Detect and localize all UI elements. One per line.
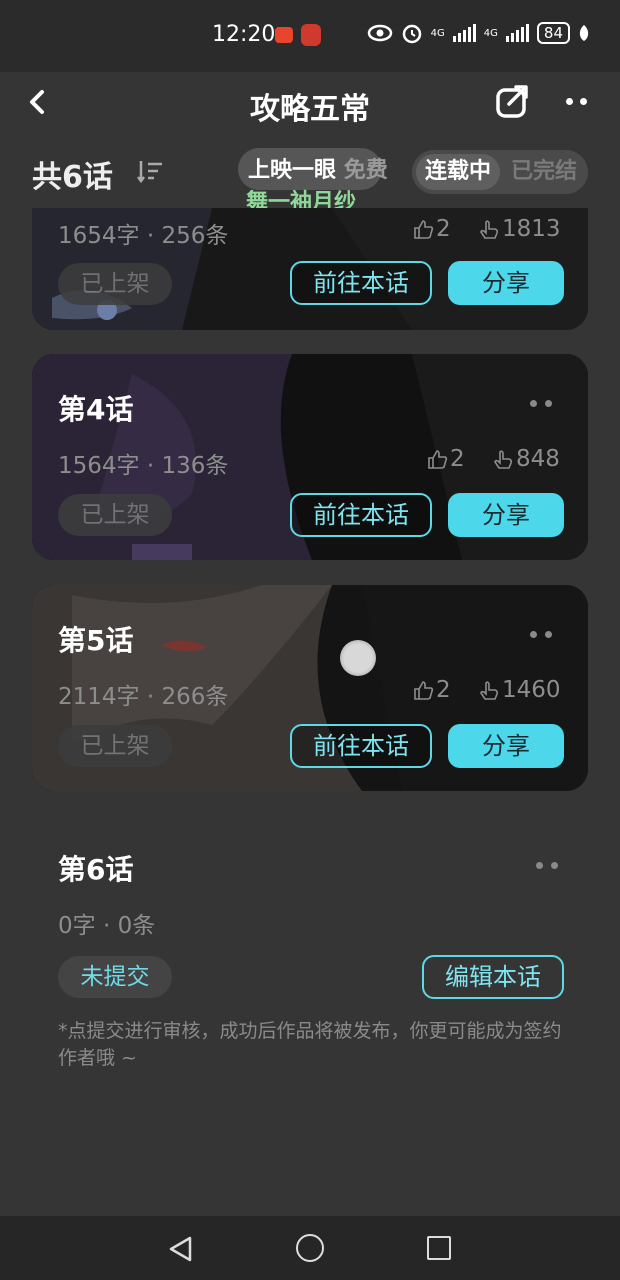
more-dots-icon[interactable] (530, 627, 560, 641)
chapter-views: 1813 (478, 216, 561, 242)
status-badge: 已上架 (58, 263, 172, 305)
more-dots-icon[interactable] (536, 858, 566, 872)
sort-icon[interactable] (136, 158, 164, 184)
status-time: 12:20 (212, 22, 276, 47)
more-dots-icon[interactable] (566, 86, 602, 116)
chapter-stats: 0字 · 0条 (58, 913, 156, 939)
app-header: 攻略五￼￼常 (0, 72, 620, 132)
status-badge: 已上架 (58, 494, 172, 536)
app-notification-icon (301, 24, 321, 46)
share-icon[interactable] (494, 82, 532, 120)
alarm-icon (402, 24, 421, 44)
chapter-title: 第5话 (58, 624, 134, 657)
chapter-title: 第4话 (58, 393, 134, 426)
network-type: 4G (430, 27, 445, 39)
chapter-title: 第6话 (58, 853, 134, 886)
status-toggle: 连载中 已完结 (412, 150, 588, 194)
tab-ongoing[interactable]: 连载中 (416, 154, 500, 190)
nav-home-icon[interactable] (296, 1234, 324, 1262)
leaf-icon (579, 25, 589, 41)
chapter-card: 第4话 1564字 · 136条 2 848 已上架 前往本话 分享 (32, 354, 588, 560)
nav-recents-icon[interactable] (427, 1236, 451, 1260)
edit-chapter-button[interactable]: 编辑本话 (422, 955, 564, 999)
hand-pointer-icon (480, 220, 499, 239)
thumbs-up-icon (414, 681, 434, 700)
signal-icon (505, 24, 529, 42)
tab-completed[interactable]: 已完结 (504, 154, 584, 190)
thumbs-up-icon (414, 220, 434, 239)
touch-indicator (340, 640, 376, 676)
thumbs-up-icon (428, 450, 448, 469)
eye-icon (367, 24, 392, 42)
status-icons: 4G 4G 84 (367, 22, 590, 44)
status-bar: 12:20 4G 4G 84 (0, 0, 620, 72)
goto-chapter-button[interactable]: 前往本话 (290, 261, 432, 305)
chapter-stats: 1654字 · 256条 (58, 223, 229, 249)
screen-record-icon (275, 27, 293, 43)
goto-chapter-button[interactable]: 前往本话 (290, 724, 432, 768)
status-badge: 未提交 (58, 956, 172, 998)
overlay-text: 上映一眼 免费 (248, 158, 388, 183)
hand-pointer-icon (480, 681, 499, 700)
share-button[interactable]: 分享 (448, 724, 564, 768)
more-dots-icon[interactable] (530, 396, 560, 410)
chapter-stats: 2114字 · 266条 (58, 684, 229, 710)
status-badge: 已上架 (58, 725, 172, 767)
chapter-likes: 2 (412, 677, 451, 703)
system-nav-bar (0, 1216, 620, 1280)
chapter-card: 第5话 2114字 · 266条 2 1460 已上架 前往本话 分享 (32, 585, 588, 791)
filter-row: 共6话 上映一眼 免费 舞一袖月纱 连载中 已完结 (0, 140, 620, 215)
goto-chapter-button[interactable]: 前往本话 (290, 493, 432, 537)
chapter-likes: 2 (426, 446, 465, 472)
share-button[interactable]: 分享 (448, 493, 564, 537)
chapter-card: 1654字 · 256条 2 1813 已上架 前往本话 分享 (32, 208, 588, 330)
share-button[interactable]: 分享 (448, 261, 564, 305)
chapter-views: 848 (492, 446, 560, 472)
battery-indicator: 84 (536, 22, 570, 44)
chapter-views: 1460 (478, 677, 561, 703)
hand-pointer-icon (494, 450, 513, 469)
chapter-count: 共6话 (32, 160, 113, 195)
network-type: 4G (483, 27, 498, 39)
submit-hint: *点提交进行审核，成功后作品将被发布，你更可能成为签约作者哦 ~ (58, 1020, 562, 1069)
signal-icon (452, 24, 476, 42)
chapter-likes: 2 (412, 216, 451, 242)
chapter-stats: 1564字 · 136条 (58, 453, 229, 479)
nav-back-icon[interactable] (166, 1234, 196, 1264)
